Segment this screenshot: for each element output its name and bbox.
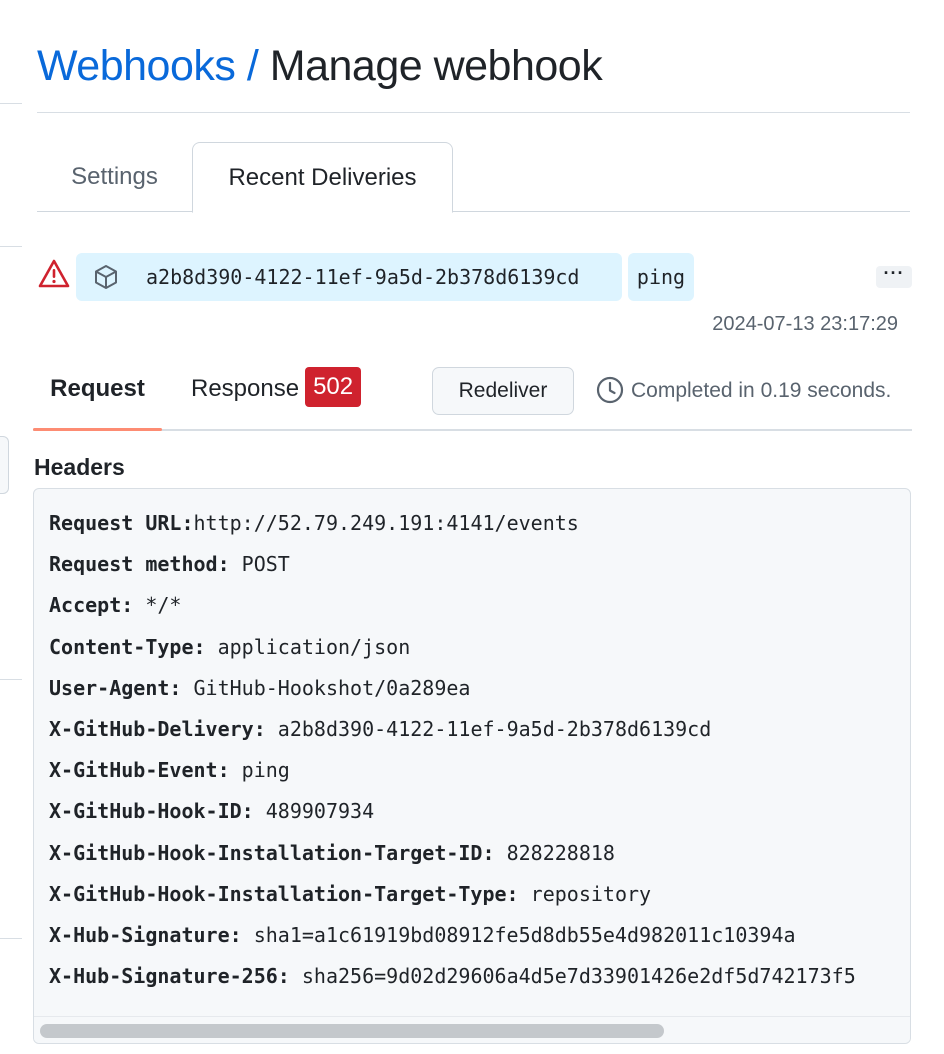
sidebar-divider xyxy=(0,679,22,680)
scrollbar-thumb[interactable] xyxy=(40,1024,664,1038)
header-key: X-Hub-Signature-256: xyxy=(49,964,290,989)
delivery-id-chip[interactable]: a2b8d390-4122-11ef-9a5d-2b378d6139cd xyxy=(76,253,622,301)
horizontal-scrollbar[interactable] xyxy=(34,1016,910,1043)
header-key: X-GitHub-Hook-Installation-Target-ID: xyxy=(49,840,495,865)
header-key: X-GitHub-Delivery: xyxy=(49,716,266,741)
header-line: Request URL:http://52.79.249.191:4141/ev… xyxy=(49,507,856,548)
header-value: POST xyxy=(229,552,290,577)
event-type-chip: ping xyxy=(628,253,694,301)
header-line: X-GitHub-Event: ping xyxy=(49,754,856,795)
header-value: sha1=a1c61919bd08912fe5d8db55e4d982011c1… xyxy=(241,922,796,947)
header-value: a2b8d390-4122-11ef-9a5d-2b378d6139cd xyxy=(265,716,712,741)
header-key: Content-Type: xyxy=(49,634,206,659)
alert-icon xyxy=(38,259,70,288)
webhook-tabs: Settings Recent Deliveries xyxy=(37,142,910,213)
header-line: Accept: */* xyxy=(49,589,856,630)
tab-recent-deliveries[interactable]: Recent Deliveries xyxy=(192,142,453,213)
header-value: http://52.79.249.191:4141/events xyxy=(193,511,579,535)
tab-request-label: Request xyxy=(50,375,145,402)
breadcrumb-separator: / xyxy=(246,42,259,90)
header-key: X-Hub-Signature: xyxy=(49,922,242,947)
breadcrumb-webhooks-link[interactable]: Webhooks xyxy=(37,42,236,90)
header-line: Content-Type: application/json xyxy=(49,631,856,672)
delivery-id: a2b8d390-4122-11ef-9a5d-2b378d6139cd xyxy=(146,265,580,289)
headers-code-block: Request URL:http://52.79.249.191:4141/ev… xyxy=(33,488,911,1044)
title-divider xyxy=(37,112,910,113)
header-value: 828228818 xyxy=(494,840,615,865)
header-line: Request method: POST xyxy=(49,548,856,589)
header-value: ping xyxy=(229,758,290,783)
header-value: */* xyxy=(133,593,182,618)
header-line: X-GitHub-Delivery: a2b8d390-4122-11ef-9a… xyxy=(49,713,856,754)
tab-settings[interactable]: Settings xyxy=(37,142,192,212)
package-icon xyxy=(95,265,117,289)
header-value: GitHub-Hookshot/0a289ea xyxy=(181,675,471,700)
header-value: 489907934 xyxy=(253,799,375,824)
page-title: Webhooks / Manage webhook xyxy=(37,38,603,94)
clock-icon xyxy=(596,376,624,404)
response-status-badge: 502 xyxy=(305,366,362,407)
header-key: X-GitHub-Hook-ID: xyxy=(49,799,254,824)
more-options-button[interactable]: ··· xyxy=(876,264,912,288)
headers-title: Headers xyxy=(34,454,125,480)
header-line: X-Hub-Signature: sha1=a1c61919bd08912fe5… xyxy=(49,919,856,960)
tab-response-label: Response xyxy=(191,375,300,402)
header-line: User-Agent: GitHub-Hookshot/0a289ea xyxy=(49,672,856,713)
delivery-detail-tabs: Request Response 502 Redeliver Completed … xyxy=(33,360,912,432)
header-value: repository xyxy=(518,881,652,906)
sidebar-edge xyxy=(0,436,9,494)
header-key: X-GitHub-Hook-Installation-Target-Type: xyxy=(49,881,519,906)
headers-list: Request URL:http://52.79.249.191:4141/ev… xyxy=(49,507,856,1001)
tab-response[interactable]: Response 502 xyxy=(191,360,362,430)
completed-duration: Completed in 0.19 seconds. xyxy=(631,379,892,402)
header-line: X-GitHub-Hook-Installation-Target-Type: … xyxy=(49,878,856,919)
tab-request[interactable]: Request xyxy=(33,360,162,431)
header-line: X-GitHub-Hook-ID: 489907934 xyxy=(49,795,856,836)
header-key: Request method: xyxy=(49,552,230,577)
sidebar-divider xyxy=(0,938,22,939)
header-key: Accept: xyxy=(49,593,134,618)
header-key: X-GitHub-Event: xyxy=(49,758,230,783)
sidebar-divider xyxy=(0,246,22,247)
header-line: X-Hub-Signature-256: sha256=9d02d29606a4… xyxy=(49,960,856,1001)
sidebar-divider xyxy=(0,103,22,104)
redeliver-button[interactable]: Redeliver xyxy=(432,367,574,415)
active-tab-underline xyxy=(33,428,162,431)
delivery-timestamp: 2024-07-13 23:17:29 xyxy=(712,313,898,335)
header-key: Request URL: xyxy=(49,511,194,535)
header-value: application/json xyxy=(205,634,411,659)
subtabs-baseline xyxy=(33,429,912,431)
header-line: X-GitHub-Hook-Installation-Target-ID: 82… xyxy=(49,837,856,878)
header-key: User-Agent: xyxy=(49,675,182,700)
header-value: sha256=9d02d29606a4d5e7d33901426e2df5d74… xyxy=(289,964,856,989)
breadcrumb-current: Manage webhook xyxy=(269,42,603,90)
